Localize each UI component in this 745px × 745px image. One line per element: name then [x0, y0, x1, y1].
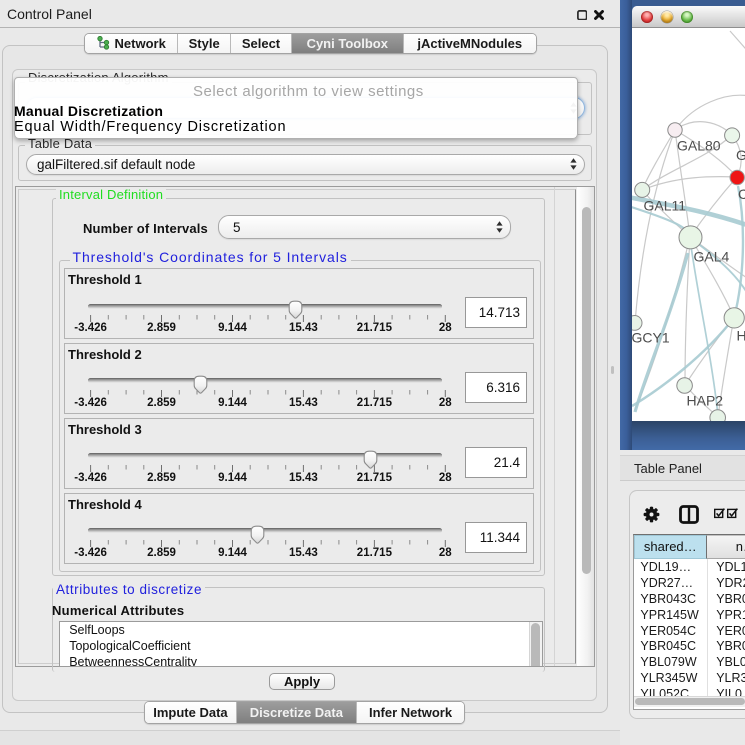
svg-text:C: C [738, 186, 745, 202]
svg-text:HAP2: HAP2 [686, 392, 723, 408]
svg-text:GCY1: GCY1 [632, 329, 670, 345]
svg-text:GA: GA [736, 147, 745, 163]
svg-text:H: H [736, 327, 745, 343]
svg-text:GAL80: GAL80 [677, 137, 721, 153]
svg-text:GAL11: GAL11 [643, 197, 686, 213]
svg-text:GAL4: GAL4 [693, 248, 729, 264]
